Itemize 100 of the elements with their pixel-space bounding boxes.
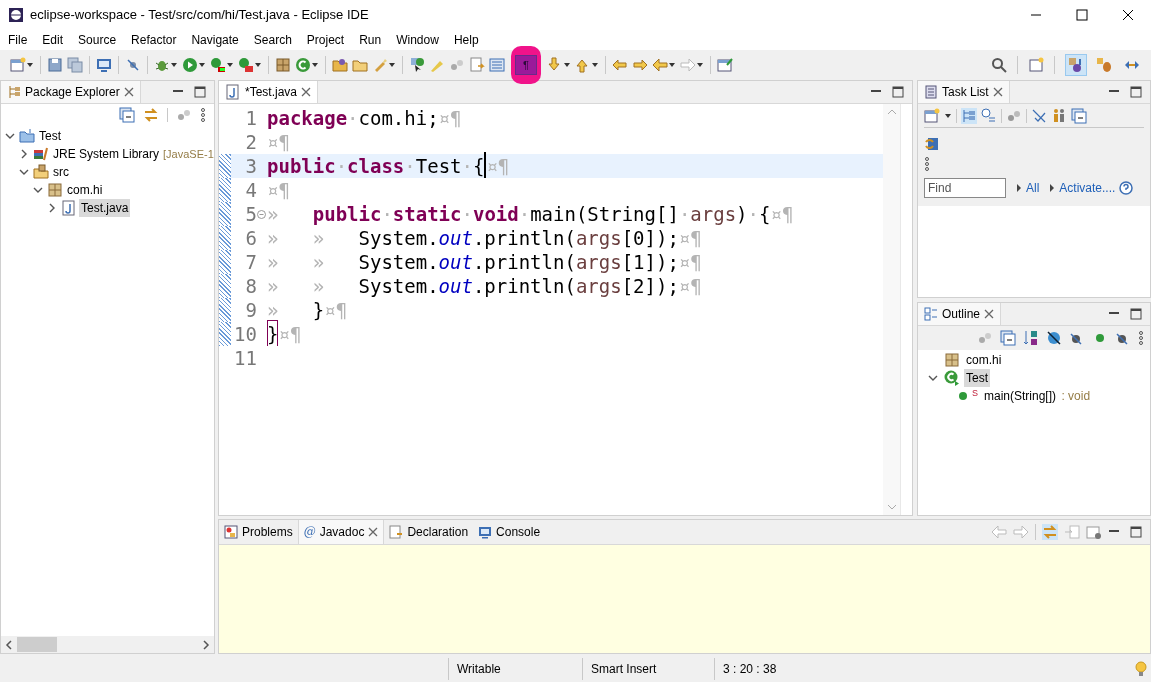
package-icon[interactable] — [275, 57, 291, 73]
view-tab[interactable]: Task List — [918, 81, 1010, 103]
filter-link[interactable]: All — [1026, 179, 1040, 197]
menu-item[interactable]: Search — [253, 31, 292, 49]
panel-tab[interactable]: Declaration — [384, 520, 474, 544]
editor-tab[interactable]: *Test.java — [219, 81, 319, 103]
toolbox-icon[interactable] — [238, 57, 254, 73]
star-right-arrow-icon[interactable] — [632, 57, 648, 73]
close-icon[interactable] — [123, 87, 134, 97]
tree-item[interactable]: src — [51, 163, 71, 181]
project-folder-icon — [19, 128, 35, 144]
save-all-icon[interactable] — [67, 57, 83, 73]
menu-item[interactable]: Project — [306, 31, 345, 49]
fold-icon[interactable] — [257, 209, 266, 219]
open-perspective-icon[interactable] — [1028, 57, 1044, 73]
code-token: package — [267, 105, 348, 131]
horizontal-scrollbar[interactable] — [1, 636, 214, 653]
menu-item[interactable]: Refactor — [131, 31, 177, 49]
coverage-icon[interactable] — [210, 57, 226, 73]
code-token: main(String[] — [530, 201, 679, 227]
view-tab[interactable]: Package Explorer — [1, 81, 141, 103]
maximize-icon[interactable] — [194, 86, 206, 98]
line-number: 7 — [244, 249, 257, 275]
whitespace-marker: · — [335, 153, 348, 179]
bulb-icon[interactable] — [1135, 660, 1147, 677]
code-token: System. — [358, 249, 439, 275]
outline-item[interactable]: Test — [964, 369, 990, 387]
change-marker — [219, 178, 231, 202]
problems-icon — [224, 525, 238, 539]
menu-item[interactable]: Window — [396, 31, 439, 49]
code-token: static — [392, 201, 462, 227]
search-icon[interactable] — [991, 57, 1007, 73]
whitespace-marker: · — [404, 153, 416, 179]
sync-icon[interactable] — [924, 136, 940, 152]
class-icon[interactable] — [295, 57, 311, 73]
whitespace-marker: ¤¶ — [267, 177, 290, 203]
view-menu-icon[interactable] — [200, 107, 206, 123]
maximize-icon[interactable] — [1130, 86, 1142, 98]
tree-view-icon[interactable] — [961, 107, 977, 124]
tree-item[interactable]: JRE System Library — [51, 145, 162, 163]
back-arrow-icon[interactable] — [652, 57, 668, 73]
outline-item[interactable]: main(String[]) — [982, 387, 1059, 405]
whitespace-marker: · — [461, 153, 473, 179]
panel-tab[interactable]: Problems — [219, 520, 298, 544]
view-tab[interactable]: Outline — [918, 303, 1002, 325]
slashed-pin-icon[interactable] — [125, 57, 141, 73]
menu-item[interactable]: Run — [359, 31, 382, 49]
close-icon[interactable] — [984, 309, 995, 319]
hide-completed-icon[interactable] — [1031, 107, 1047, 124]
whitespace-marker: · — [747, 201, 759, 227]
maximize-icon[interactable] — [1130, 526, 1142, 538]
link-arrows-icon[interactable] — [143, 107, 159, 123]
spheres-icon — [977, 330, 993, 346]
pointer-icon[interactable] — [409, 57, 425, 73]
clipboard-icon — [924, 85, 938, 99]
save-icon[interactable] — [47, 57, 63, 73]
menu-item[interactable]: Edit — [42, 31, 64, 49]
code-token: .println( — [472, 273, 576, 299]
maximize-icon[interactable] — [1130, 308, 1142, 320]
view-menu-icon[interactable] — [924, 156, 930, 172]
monitor-icon[interactable] — [96, 57, 112, 73]
code-token: out — [438, 249, 473, 275]
menu-item[interactable]: File — [8, 31, 28, 49]
close-icon[interactable] — [301, 87, 312, 97]
panel-tab[interactable]: @ Javadoc — [297, 520, 385, 544]
view-menu-icon[interactable] — [1138, 330, 1144, 346]
folder-icon[interactable] — [332, 57, 348, 73]
open-in-editor-icon — [1064, 524, 1080, 540]
help-icon[interactable] — [1119, 181, 1134, 195]
menu-item[interactable]: Source — [78, 31, 117, 49]
star-left-arrow-icon[interactable] — [612, 57, 628, 73]
open-folder-icon[interactable] — [352, 57, 368, 73]
tab-title: Outline — [942, 306, 981, 323]
close-icon[interactable] — [368, 527, 379, 537]
java-file-icon — [61, 200, 77, 216]
outline-item[interactable]: com.hi — [964, 351, 1004, 369]
line-number: 4 — [244, 177, 257, 203]
maximize-icon[interactable] — [892, 86, 904, 98]
tree-item[interactable]: Test.java — [79, 199, 131, 217]
tree-item[interactable]: com.hi — [65, 181, 105, 199]
whitespace-marker: ¤¶ — [267, 129, 290, 155]
tree-item[interactable]: Test — [37, 127, 63, 145]
find-field[interactable]: Find — [924, 178, 1006, 198]
scrollbar-thumb[interactable] — [17, 637, 57, 652]
people-icon[interactable] — [1051, 107, 1067, 124]
whitespace-marker: » » — [267, 273, 326, 299]
menu-item[interactable]: Help — [453, 31, 479, 49]
close-icon[interactable] — [992, 87, 1003, 97]
whitespace-marker: · — [518, 201, 531, 227]
menu-item[interactable]: Navigate — [191, 31, 239, 49]
run-icon[interactable] — [182, 57, 198, 73]
sort-icon[interactable] — [1023, 330, 1039, 346]
collapse-all-icon[interactable] — [119, 107, 135, 123]
collapse-all-icon[interactable] — [1071, 107, 1087, 124]
collapse-all-icon[interactable] — [1000, 330, 1016, 346]
filter-link[interactable]: Activate.... — [1059, 179, 1116, 197]
line-number: 1 — [244, 105, 257, 131]
schedule-view-icon[interactable] — [981, 107, 997, 124]
window-pin-icon[interactable] — [717, 57, 733, 73]
panel-tab[interactable]: Console — [473, 520, 546, 544]
